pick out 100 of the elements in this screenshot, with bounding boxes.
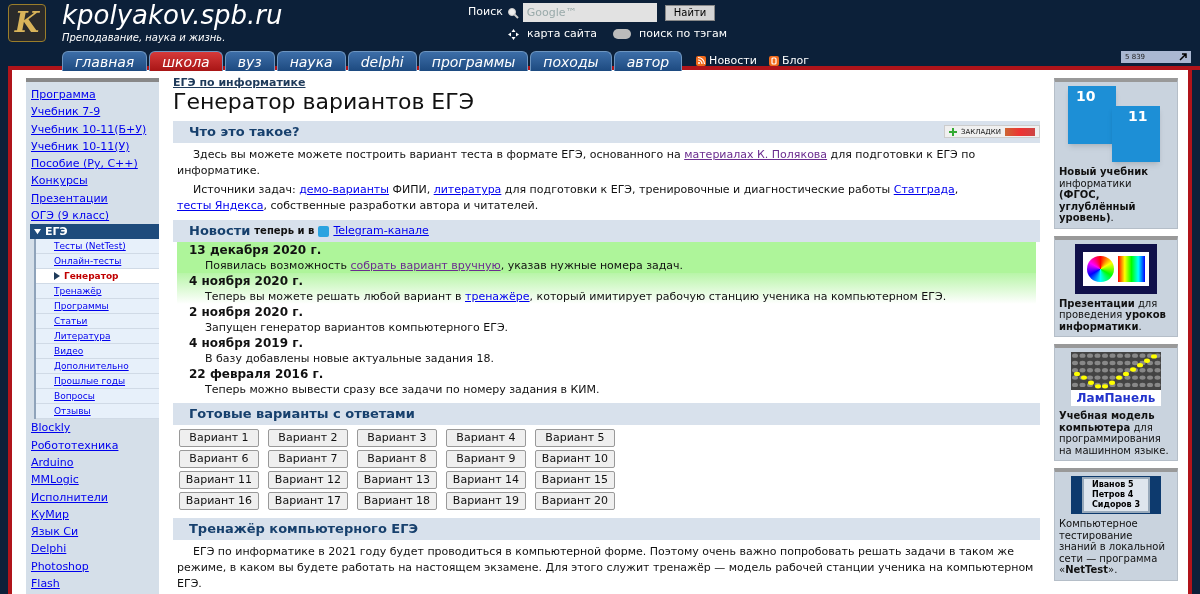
book-cover-drawing: 11 <box>1112 106 1160 162</box>
link[interactable]: демо-варианты <box>299 183 389 196</box>
nav-tab[interactable]: школа <box>149 51 223 71</box>
tag-search-link[interactable]: поиск по тэгам <box>639 26 728 43</box>
sidebar-link[interactable]: Учебник 10-11(Б+У) <box>26 120 159 138</box>
nav-tab[interactable]: delphi <box>347 51 417 71</box>
sidebar-link[interactable]: Blockly <box>26 419 159 437</box>
paragraph: Запущен генератор вариантов компьютерного ЕГЭ. <box>204 320 510 335</box>
variant-button[interactable]: Вариант 6 <box>179 450 259 468</box>
sidebar-link[interactable]: Delphi <box>26 540 159 558</box>
sidebar-subitem[interactable]: Прошлые годы <box>36 374 159 390</box>
sidebar-section-header[interactable]: ЕГЭ <box>30 224 159 240</box>
nav-tab[interactable]: главная <box>62 51 148 71</box>
result-row-text: Петров 4 <box>1091 490 1135 500</box>
paragraph: Теперь вы можете решать любой вариант в тренажёре, который имитирует рабочую станцию ученика на компьютерном ЕГЭ. <box>204 289 948 304</box>
logo[interactable]: K <box>8 4 46 42</box>
paragraph: Здесь вы можете можете построить вариант теста в формате ЕГЭ, основанного на материалах К. Полякова для подготовки к ЕГЭ по информатике. <box>177 147 977 179</box>
breadcrumb-link[interactable]: ЕГЭ по информатике <box>173 76 1040 89</box>
triangle-icon <box>54 272 60 281</box>
section-title: Новости <box>189 223 251 239</box>
sidebar-link[interactable]: КуМир <box>26 505 159 524</box>
caret-icon <box>34 228 41 236</box>
paragraph: В базу добавлены новые актуальные задания 18. <box>204 351 495 366</box>
nav-link[interactable]: Новости <box>709 52 757 70</box>
telegram-link[interactable]: Telegram-канале <box>333 223 429 239</box>
variant-button[interactable]: Вариант 16 <box>179 492 259 510</box>
variant-button[interactable]: Вариант 11 <box>179 471 259 489</box>
promo-card[interactable]: ЛамПанель Учебная модель компьютера для программирования на машинном языке. <box>1054 344 1178 461</box>
promo-card[interactable]: 10 11 Новый учебник информатики (ФГОС, углублённый уровень). <box>1054 78 1178 229</box>
paragraph: Теперь можно вывести сразу все задачи по номеру задания в КИМ. <box>204 382 601 397</box>
sidebar-subitem[interactable]: Статьи <box>36 314 159 330</box>
page-title: Генератор вариантов ЕГЭ <box>173 89 476 115</box>
nav-tab[interactable]: походы <box>530 51 612 71</box>
sidebar-subitem[interactable]: Тесты (NetTest) <box>36 239 159 255</box>
variant-button[interactable]: Вариант 12 <box>268 471 348 489</box>
variant-button[interactable]: Вариант 19 <box>446 492 526 510</box>
link[interactable]: литература <box>433 183 502 196</box>
nav-tab[interactable]: программы <box>418 51 529 71</box>
sidebar-link[interactable]: Презентации <box>26 189 159 208</box>
sidebar-subitem[interactable]: Видео <box>36 344 159 360</box>
arrow-icon <box>1179 53 1187 61</box>
site-title[interactable]: kpolyakov.spb.ru <box>62 0 283 30</box>
nav-tab[interactable]: автор <box>613 51 683 71</box>
sidebar-link[interactable]: ОГЭ (9 класс) <box>26 207 159 225</box>
sidebar-link[interactable]: Программа <box>26 86 159 104</box>
sidebar-link[interactable]: Photoshop <box>26 557 159 576</box>
news-date: 4 ноября 2020 г. <box>189 274 305 289</box>
variant-button[interactable]: Вариант 7 <box>268 450 348 468</box>
promo-card[interactable]: Иванов 5 Петров 4 Сидоров 3 Компьютерное тестирование знаний в локальной сети — программа «NetTest». <box>1054 468 1178 581</box>
search-icon <box>506 6 519 19</box>
nav-link[interactable]: Блог <box>781 52 810 70</box>
sidebar-link[interactable]: Учебник 10-11(У) <box>26 137 159 156</box>
link[interactable]: Статграда <box>893 183 955 196</box>
sitemap-link[interactable]: карта сайта <box>527 26 598 43</box>
news-date: 13 декабря 2020 г. <box>189 243 323 258</box>
sidebar-link[interactable]: Язык Си <box>26 523 159 541</box>
link[interactable]: тренажёре <box>465 290 530 303</box>
variant-button[interactable]: Вариант 10 <box>535 450 615 468</box>
sidebar-subitem[interactable]: Тренажёр <box>36 284 159 300</box>
variant-button[interactable]: Вариант 17 <box>268 492 348 510</box>
section-subtitle: теперь и в <box>254 224 315 238</box>
sidebar-subitem[interactable]: Дополнительно <box>36 359 159 375</box>
sidebar-subitem[interactable]: Литература <box>36 329 159 345</box>
sidebar-link[interactable]: Учебник 7-9 <box>26 103 159 121</box>
promo-text: Презентации для проведения уроков информатики. <box>1059 297 1167 332</box>
sidebar-subitem[interactable]: Вопросы <box>36 389 159 405</box>
sitemap-icon <box>508 28 519 40</box>
promo-card[interactable]: Презентации для проведения уроков информатики. <box>1054 235 1178 337</box>
link[interactable]: материалах К. Полякова <box>684 148 828 161</box>
sidebar-link[interactable]: Исполнители <box>26 488 159 506</box>
link[interactable]: собрать вариант вручную <box>350 259 501 272</box>
variant-button[interactable]: Вариант 15 <box>535 471 615 489</box>
variant-button[interactable]: Вариант 2 <box>268 429 348 447</box>
variant-button[interactable]: Вариант 9 <box>446 450 526 468</box>
promo-text: Учебная модель компьютера для программирования на машинном языке. <box>1059 410 1170 456</box>
sidebar-subitem[interactable]: Отзывы <box>36 404 159 420</box>
variant-button[interactable]: Вариант 13 <box>357 471 437 489</box>
sidebar-link[interactable]: Пособие (Ру, С++) <box>26 155 159 173</box>
variant-button[interactable]: Вариант 1 <box>179 429 259 447</box>
sidebar-link[interactable]: Конкурсы <box>26 172 159 190</box>
sidebar-link[interactable]: MMLogic <box>26 471 159 489</box>
variant-button[interactable]: Вариант 18 <box>357 492 437 510</box>
sidebar-link[interactable]: Arduino <box>26 453 159 472</box>
sidebar-subitem[interactable]: Генератор <box>36 269 159 285</box>
sidebar-link[interactable]: Робототехника <box>26 436 159 454</box>
paragraph: Появилась возможность собрать вариант вручную, указав нужные номера задач. <box>204 258 685 273</box>
variant-button[interactable]: Вариант 4 <box>446 429 526 447</box>
search-button[interactable]: Найти <box>664 4 716 21</box>
news-date: 4 ноября 2019 г. <box>189 336 305 351</box>
sidebar-link[interactable]: Flash <box>26 575 159 593</box>
sidebar-subitem[interactable]: Программы <box>36 299 159 315</box>
nav-tab[interactable]: наука <box>276 51 346 71</box>
nav-tab[interactable]: вуз <box>224 51 275 71</box>
variant-button[interactable]: Вариант 20 <box>535 492 615 510</box>
cloud-icon <box>613 29 632 40</box>
variant-button[interactable]: Вариант 3 <box>357 429 437 447</box>
variant-button[interactable]: Вариант 5 <box>535 429 615 447</box>
variant-button[interactable]: Вариант 8 <box>357 450 437 468</box>
search-field[interactable]: Google™ <box>522 3 657 22</box>
variant-button[interactable]: Вариант 14 <box>446 471 526 489</box>
